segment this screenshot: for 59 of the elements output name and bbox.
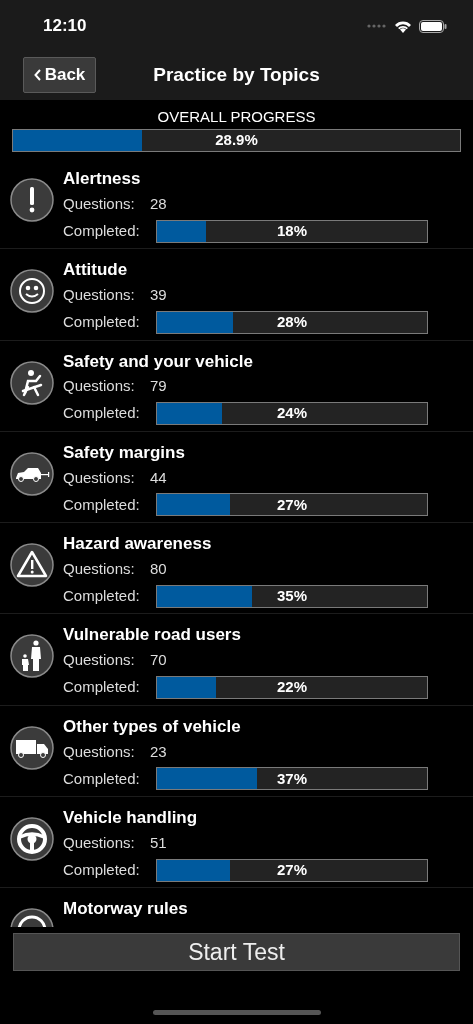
progress-percent: 37%: [276, 768, 308, 789]
completed-label: Completed:: [63, 494, 141, 515]
questions-label: Questions:: [63, 741, 136, 762]
questions-count: 80: [150, 558, 167, 579]
progress-percent: 18%: [276, 220, 308, 241]
progress-percent: 22%: [276, 677, 308, 698]
topic-title: Motorway rules: [63, 899, 188, 920]
topic-title: Other types of vehicle: [63, 716, 242, 737]
progress-percent: 24%: [276, 403, 308, 424]
completed-label: Completed:: [63, 312, 141, 333]
status-time: 12:10: [43, 15, 87, 38]
questions-count: 39: [150, 285, 167, 306]
progress-percent: 27%: [276, 494, 308, 515]
progress-percent: 35%: [276, 585, 308, 606]
wifi-icon: [394, 19, 412, 33]
questions-count: 51: [150, 832, 167, 853]
questions-count: 70: [150, 650, 167, 671]
topic-title: Alertness: [63, 169, 142, 189]
seatbelt-icon: [10, 360, 54, 405]
questions-count: 79: [150, 376, 167, 397]
truck-icon: [10, 725, 54, 770]
questions-label: Questions:: [63, 193, 136, 214]
progress-percent: 28%: [276, 312, 308, 333]
screen-title: Practice by Topics: [153, 62, 320, 87]
topic-title: Attitude: [63, 260, 129, 281]
chevron-left-icon: [33, 69, 41, 81]
questions-label: Questions:: [63, 558, 136, 579]
questions-count: 44: [150, 467, 167, 488]
steering-wheel-icon: [10, 817, 54, 862]
questions-label: Questions:: [63, 376, 136, 397]
questions-count: 23: [150, 741, 167, 762]
signal-icon: [367, 24, 387, 28]
progress-percent: 27%: [276, 859, 308, 880]
smiley-icon: [10, 269, 54, 314]
completed-label: Completed:: [63, 585, 141, 606]
pedestrians-icon: [10, 634, 54, 679]
exclamation-icon: [10, 178, 54, 222]
topic-title: Vulnerable road users: [63, 625, 242, 646]
questions-label: Questions:: [63, 285, 136, 306]
topic-title: Vehicle handling: [63, 808, 199, 829]
completed-label: Completed:: [63, 403, 141, 424]
questions-label: Questions:: [63, 467, 136, 488]
start-test-button[interactable]: Start Test: [13, 933, 460, 971]
completed-label: Completed:: [63, 768, 141, 789]
topic-title: Safety and your vehicle: [63, 351, 254, 372]
topic-title: Hazard awareness: [63, 534, 213, 555]
overall-progress-label: OVERALL PROGRESS: [157, 108, 316, 126]
car-icon: [10, 451, 54, 496]
progress-percent: 28.9%: [214, 130, 259, 151]
completed-label: Completed:: [63, 677, 141, 698]
battery-icon: [419, 19, 447, 33]
questions-label: Questions:: [63, 650, 136, 671]
warning-icon: [10, 543, 54, 588]
completed-label: Completed:: [63, 859, 141, 880]
topic-title: Safety margins: [63, 442, 186, 463]
completed-label: Completed:: [63, 220, 141, 241]
questions-count: 28: [150, 193, 167, 214]
questions-label: Questions:: [63, 832, 136, 853]
back-button[interactable]: Back: [23, 57, 96, 93]
